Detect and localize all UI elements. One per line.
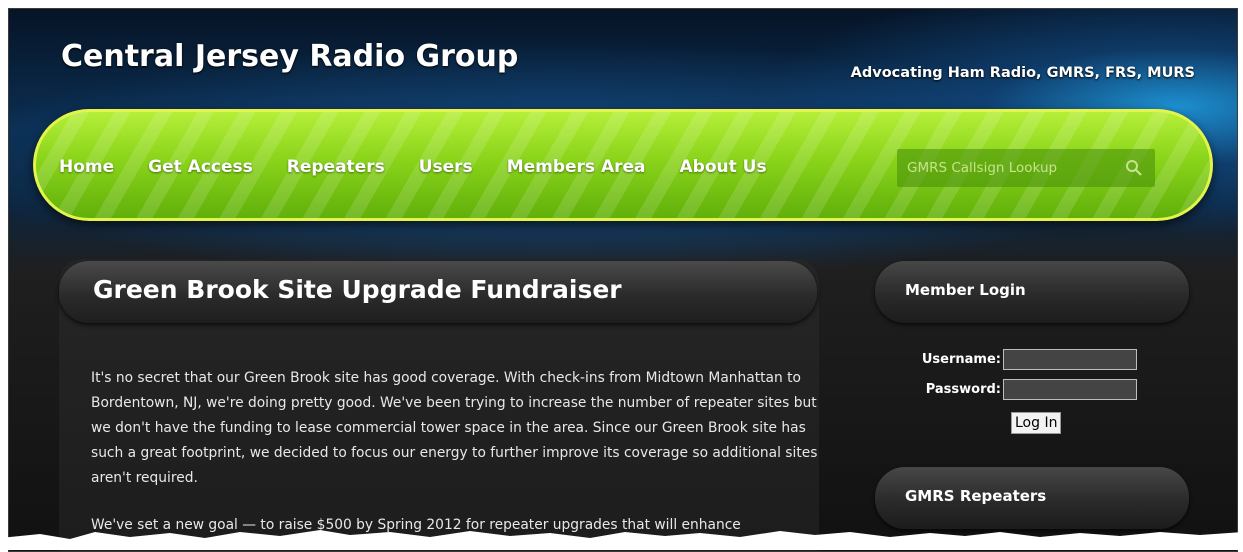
username-row: Username: <box>921 349 1137 370</box>
main-navigation: Home Get Access Repeaters Users Members … <box>33 109 1213 221</box>
member-login-heading: Member Login <box>905 281 1026 299</box>
page-frame: Central Jersey Radio Group Advocating Ha… <box>8 8 1238 552</box>
member-login-header: Member Login <box>875 261 1189 323</box>
password-row: Password: <box>921 379 1137 400</box>
password-label: Password: <box>925 382 1001 397</box>
article-paragraph: It's no secret that our Green Brook site… <box>91 370 818 486</box>
article-title-bar: Green Brook Site Upgrade Fundraiser <box>59 261 817 323</box>
callsign-search-input[interactable] <box>897 149 1117 187</box>
nav-item-about-us[interactable]: About Us <box>680 157 767 177</box>
nav-item-home[interactable]: Home <box>59 157 114 177</box>
nav-item-get-access[interactable]: Get Access <box>148 157 253 177</box>
callsign-search <box>897 149 1155 187</box>
gmrs-repeaters-heading: GMRS Repeaters <box>905 487 1047 505</box>
torn-paper-edge <box>0 530 1243 550</box>
article-title: Green Brook Site Upgrade Fundraiser <box>93 275 622 304</box>
site-title[interactable]: Central Jersey Radio Group <box>61 39 518 74</box>
username-input[interactable] <box>1003 349 1137 370</box>
nav-item-users[interactable]: Users <box>419 157 473 177</box>
username-label: Username: <box>921 352 1001 367</box>
nav-links: Home Get Access Repeaters Users Members … <box>59 157 767 177</box>
nav-item-repeaters[interactable]: Repeaters <box>287 157 385 177</box>
search-icon[interactable] <box>1125 159 1143 177</box>
password-input[interactable] <box>1003 379 1137 400</box>
nav-item-members-area[interactable]: Members Area <box>507 157 646 177</box>
site-tagline: Advocating Ham Radio, GMRS, FRS, MURS <box>850 65 1195 81</box>
log-in-button[interactable]: Log In <box>1011 412 1062 434</box>
